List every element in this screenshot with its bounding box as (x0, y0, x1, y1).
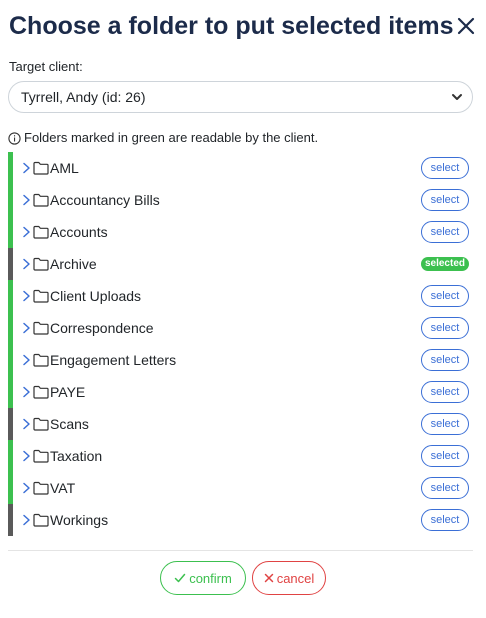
folder-icon (33, 225, 49, 239)
folder-name[interactable]: Accountancy Bills (50, 192, 160, 208)
folder-row: Workings select (8, 504, 473, 536)
select-button[interactable]: select (421, 157, 469, 179)
folder-name[interactable]: Correspondence (50, 320, 154, 336)
client-select[interactable]: Tyrrell, Andy (id: 26) (8, 81, 473, 113)
select-button[interactable]: select (421, 445, 469, 467)
chevron-right-icon[interactable] (19, 161, 33, 175)
folder-icon (33, 513, 49, 527)
folder-name[interactable]: Archive (50, 256, 97, 272)
folder-row: VAT select (8, 472, 473, 504)
folder-name[interactable]: Workings (50, 512, 108, 528)
chevron-right-icon[interactable] (19, 193, 33, 207)
info-note: Folders marked in green are readable by … (8, 130, 318, 146)
dialog-footer: confirm cancel (0, 561, 486, 595)
select-button[interactable]: select (421, 317, 469, 339)
chevron-right-icon[interactable] (19, 321, 33, 335)
readable-indicator (8, 376, 13, 408)
folder-name[interactable]: Taxation (50, 448, 102, 464)
select-button[interactable]: select (421, 221, 469, 243)
select-button[interactable]: select (421, 285, 469, 307)
page-title: Choose a folder to put selected items (9, 12, 454, 40)
readable-indicator (8, 408, 13, 440)
close-icon (457, 17, 475, 35)
chevron-right-icon[interactable] (19, 225, 33, 239)
folder-icon (33, 481, 49, 495)
readable-indicator (8, 312, 13, 344)
readable-indicator (8, 344, 13, 376)
folder-row: Archive selected (8, 248, 473, 280)
info-text: Folders marked in green are readable by … (24, 130, 319, 145)
chevron-right-icon[interactable] (19, 385, 33, 399)
folder-row: Accountancy Bills select (8, 184, 473, 216)
x-icon (264, 573, 273, 583)
readable-indicator (8, 440, 13, 472)
folder-row: Engagement Letters select (8, 344, 473, 376)
folder-name[interactable]: Accounts (50, 224, 108, 240)
chevron-right-icon[interactable] (19, 257, 33, 271)
chevron-down-icon (452, 94, 462, 100)
folder-name[interactable]: Engagement Letters (50, 352, 176, 368)
folder-row: AML select (8, 152, 473, 184)
folder-icon (33, 193, 49, 207)
folder-icon (33, 161, 49, 175)
folder-icon (33, 449, 49, 463)
folder-row: Correspondence select (8, 312, 473, 344)
target-client-label: Target client: (9, 59, 83, 74)
chevron-right-icon[interactable] (19, 353, 33, 367)
chevron-right-icon[interactable] (19, 481, 33, 495)
folder-row: Client Uploads select (8, 280, 473, 312)
folder-icon (33, 321, 49, 335)
folder-icon (33, 385, 49, 399)
cancel-label: cancel (276, 570, 315, 586)
folder-row: Scans select (8, 408, 473, 440)
folder-row: PAYE select (8, 376, 473, 408)
folder-icon (33, 257, 49, 271)
readable-indicator (8, 184, 13, 216)
folder-name[interactable]: Client Uploads (50, 288, 141, 304)
folder-icon (33, 353, 49, 367)
divider (8, 550, 473, 551)
readable-indicator (8, 504, 13, 536)
folder-name[interactable]: VAT (50, 480, 75, 496)
readable-indicator (8, 216, 13, 248)
client-select-value: Tyrrell, Andy (id: 26) (21, 89, 146, 105)
info-icon (8, 131, 21, 145)
confirm-button[interactable]: confirm (160, 561, 246, 595)
folder-tree: AML select Accountancy Bills select Accounts… (8, 152, 473, 536)
folder-name[interactable]: AML (50, 160, 79, 176)
cancel-button[interactable]: cancel (252, 561, 326, 595)
folder-name[interactable]: PAYE (50, 384, 85, 400)
close-button[interactable] (453, 13, 479, 39)
select-button[interactable]: select (421, 477, 469, 499)
chevron-right-icon[interactable] (19, 417, 33, 431)
selected-badge: selected (420, 257, 469, 271)
folder-icon (33, 289, 49, 303)
select-button[interactable]: select (421, 189, 469, 211)
confirm-label: confirm (189, 570, 232, 586)
folder-icon (33, 417, 49, 431)
folder-row: Taxation select (8, 440, 473, 472)
readable-indicator (8, 280, 13, 312)
select-button[interactable]: select (421, 509, 469, 531)
folder-name[interactable]: Scans (50, 416, 89, 432)
select-button[interactable]: select (421, 381, 469, 403)
folder-row: Accounts select (8, 216, 473, 248)
check-icon (174, 573, 186, 583)
readable-indicator (8, 152, 13, 184)
readable-indicator (8, 472, 13, 504)
chevron-right-icon[interactable] (19, 449, 33, 463)
readable-indicator (8, 248, 13, 280)
select-button[interactable]: select (421, 413, 469, 435)
chevron-right-icon[interactable] (19, 289, 33, 303)
select-button[interactable]: select (421, 349, 469, 371)
chevron-right-icon[interactable] (19, 513, 33, 527)
